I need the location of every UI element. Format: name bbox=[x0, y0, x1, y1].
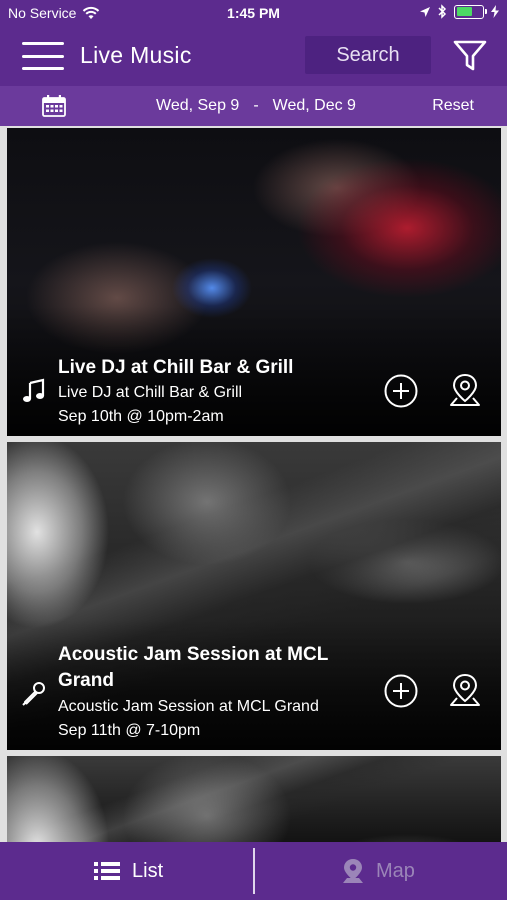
page-title: Live Music bbox=[80, 42, 192, 68]
event-title[interactable]: Acoustic Jam Session at MCL Grand bbox=[58, 642, 348, 694]
event-venue: Live DJ at Chill Bar & Grill bbox=[58, 384, 243, 401]
date-range[interactable]: Wed, Sep 9 - Wed, Dec 9 bbox=[156, 97, 356, 115]
tab-map[interactable]: Map bbox=[342, 842, 415, 900]
event-card[interactable]: Acoustic Jam Session at MCL Grand Acoust… bbox=[7, 442, 501, 750]
calendar-icon[interactable] bbox=[42, 95, 66, 117]
reset-button[interactable]: Reset bbox=[432, 97, 474, 115]
start-date[interactable]: Wed, Sep 9 bbox=[156, 97, 239, 115]
location-arrow-icon bbox=[420, 6, 430, 17]
status-bar: No Service 1:45 PM bbox=[0, 0, 507, 26]
add-circle-icon[interactable] bbox=[384, 674, 418, 708]
nav-bar: Live Music Search bbox=[0, 26, 507, 86]
music-note-icon bbox=[23, 378, 45, 402]
event-image bbox=[7, 756, 501, 842]
event-date: Sep 11th @ 7-10pm bbox=[58, 722, 201, 739]
map-marker-icon bbox=[343, 859, 363, 883]
event-card[interactable] bbox=[7, 756, 501, 842]
status-right bbox=[419, 4, 499, 19]
hamburger-icon[interactable] bbox=[22, 42, 64, 70]
battery-level bbox=[456, 7, 472, 16]
event-venue: Acoustic Jam Session at MCL Grand bbox=[58, 698, 319, 715]
search-button[interactable]: Search bbox=[305, 36, 431, 74]
date-range-bar: Wed, Sep 9 - Wed, Dec 9 Reset bbox=[0, 86, 507, 126]
date-separator: - bbox=[253, 97, 259, 114]
tab-list[interactable]: List bbox=[94, 842, 163, 900]
tab-list-label: List bbox=[132, 859, 164, 882]
event-feed[interactable]: Live DJ at Chill Bar & Grill Live DJ at … bbox=[0, 126, 507, 842]
add-circle-icon[interactable] bbox=[384, 374, 418, 408]
event-title[interactable]: Live DJ at Chill Bar & Grill bbox=[58, 355, 348, 381]
tab-divider bbox=[253, 848, 255, 894]
charging-bolt-icon bbox=[491, 5, 499, 18]
map-pin-icon[interactable] bbox=[448, 672, 482, 708]
event-card[interactable]: Live DJ at Chill Bar & Grill Live DJ at … bbox=[7, 128, 501, 436]
end-date[interactable]: Wed, Dec 9 bbox=[273, 97, 356, 115]
bottom-tab-bar: List Map bbox=[0, 842, 507, 900]
list-icon bbox=[94, 862, 120, 880]
bluetooth-icon bbox=[438, 4, 447, 19]
microphone-icon bbox=[22, 682, 45, 706]
tab-map-label: Map bbox=[376, 859, 415, 882]
funnel-icon[interactable] bbox=[452, 38, 488, 74]
battery-icon bbox=[454, 4, 487, 19]
event-date: Sep 10th @ 10pm-2am bbox=[58, 408, 224, 425]
map-pin-icon[interactable] bbox=[448, 372, 482, 408]
